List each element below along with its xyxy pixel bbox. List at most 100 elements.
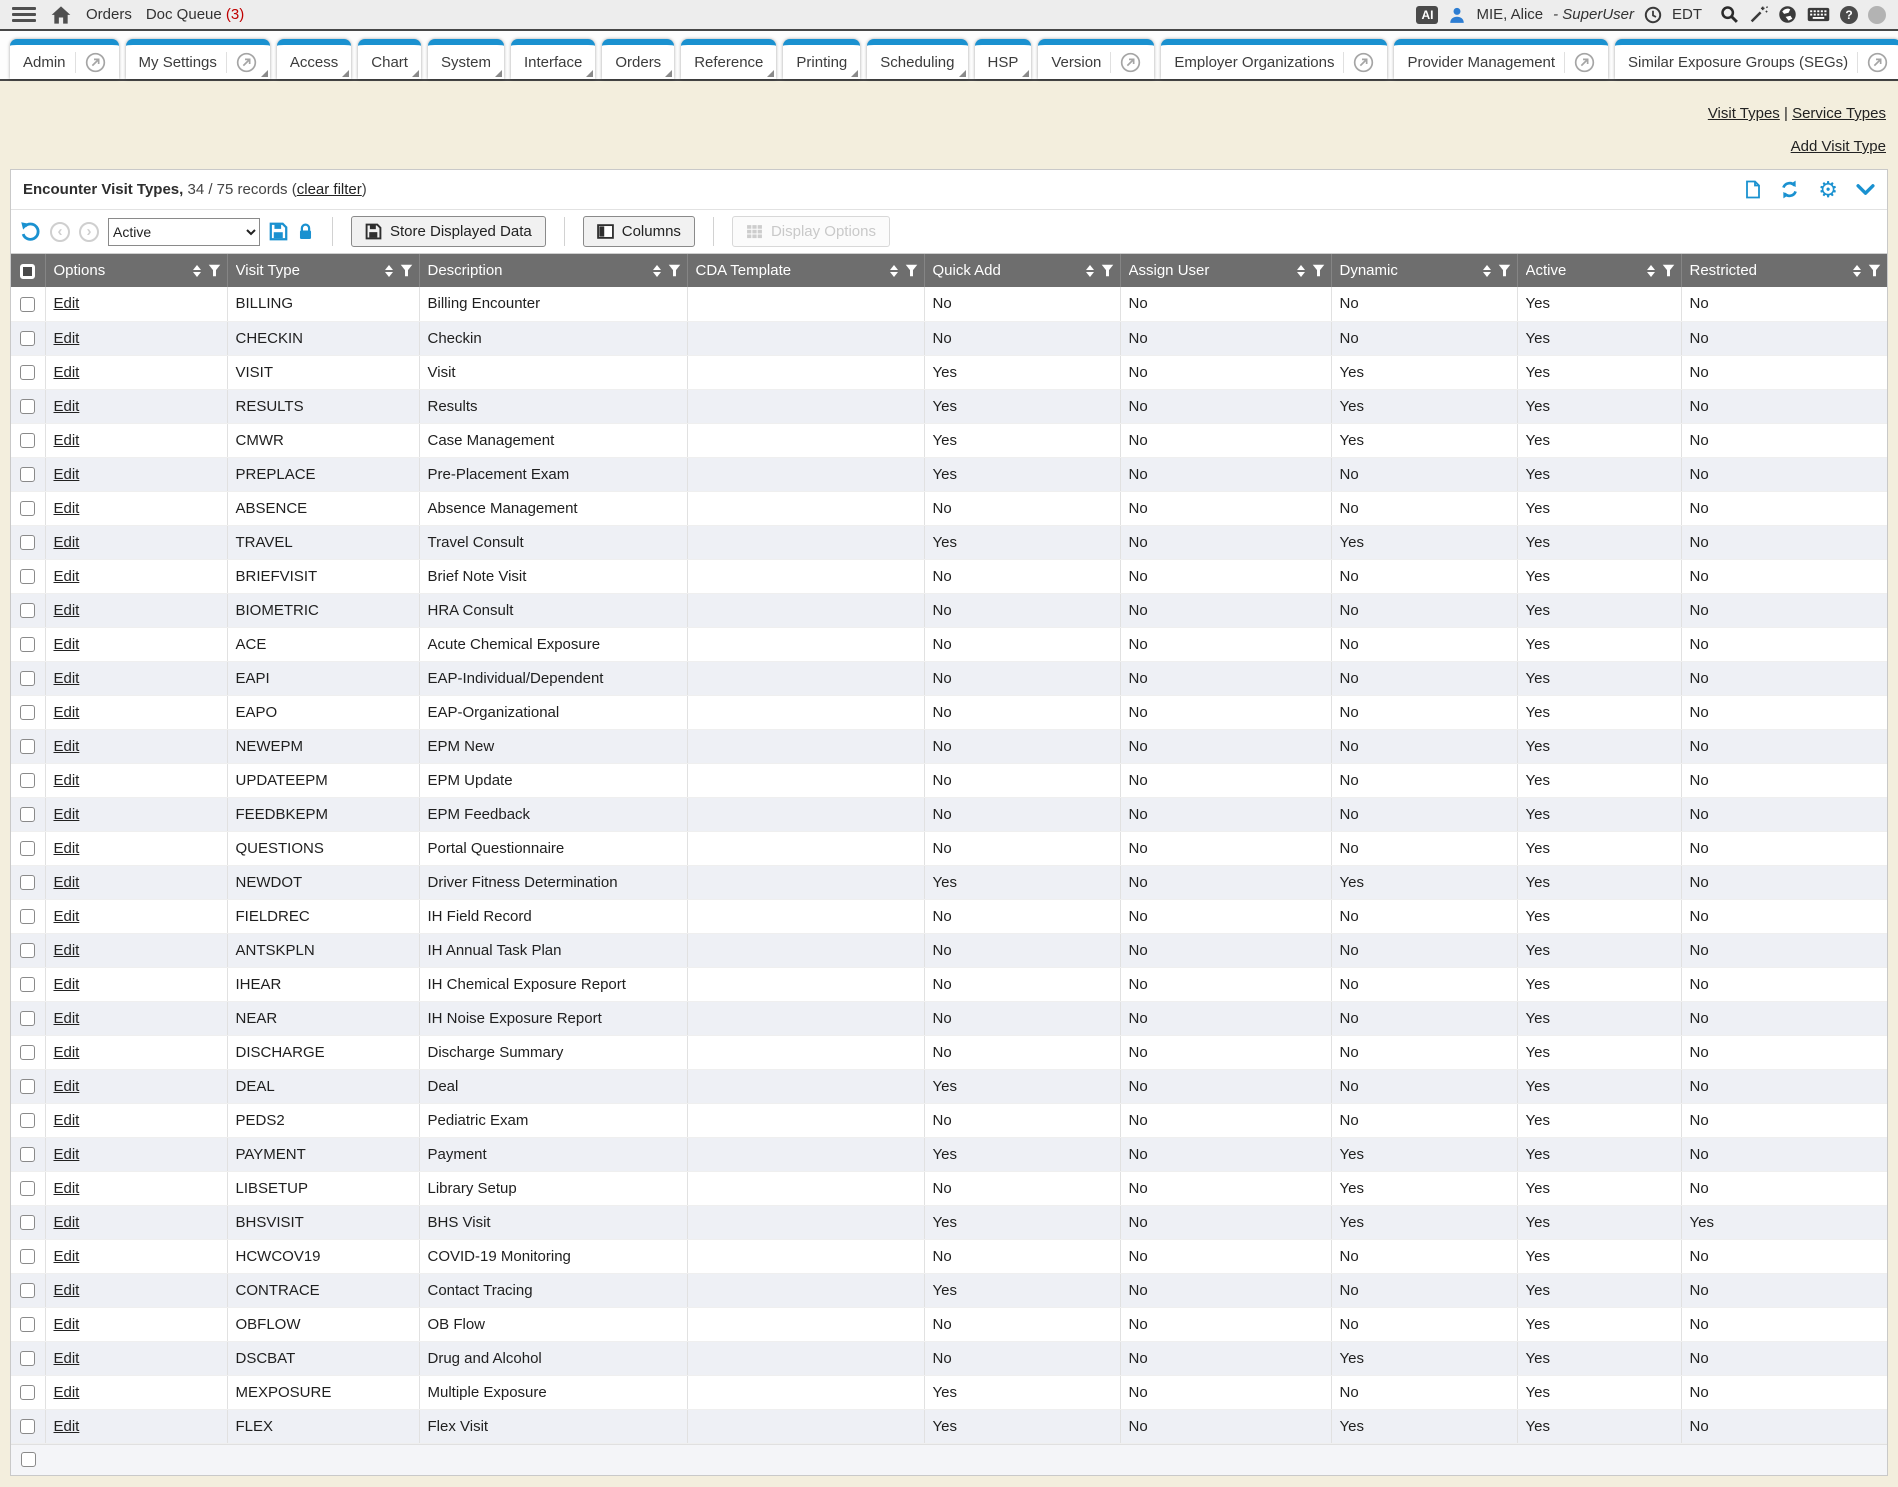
visit-types-link[interactable]: Visit Types xyxy=(1708,105,1780,122)
sort-icon[interactable] xyxy=(890,265,898,277)
edit-link[interactable]: Edit xyxy=(54,534,80,551)
edit-link[interactable]: Edit xyxy=(54,1146,80,1163)
external-link-icon[interactable] xyxy=(1564,52,1595,73)
filter-icon[interactable] xyxy=(905,264,918,277)
row-checkbox[interactable] xyxy=(20,535,35,550)
nav-tab[interactable]: Employer Organizations xyxy=(1161,39,1387,79)
row-checkbox[interactable] xyxy=(20,1215,35,1230)
row-checkbox[interactable] xyxy=(20,603,35,618)
new-document-icon[interactable] xyxy=(1745,180,1761,199)
row-checkbox[interactable] xyxy=(20,1147,35,1162)
column-header[interactable]: Restricted xyxy=(1681,254,1887,287)
keyboard-icon[interactable] xyxy=(1807,7,1830,22)
row-checkbox[interactable] xyxy=(20,1351,35,1366)
footer-checkbox[interactable] xyxy=(21,1452,36,1467)
row-checkbox[interactable] xyxy=(20,1113,35,1128)
nav-tab[interactable]: Similar Exposure Groups (SEGs) xyxy=(1615,39,1898,79)
view-filter-select[interactable]: Active xyxy=(108,218,260,246)
service-types-link[interactable]: Service Types xyxy=(1792,105,1886,122)
nav-tab[interactable]: Admin xyxy=(10,39,119,79)
edit-link[interactable]: Edit xyxy=(54,1248,80,1265)
external-link-icon[interactable] xyxy=(75,52,106,73)
row-checkbox[interactable] xyxy=(20,1181,35,1196)
row-checkbox[interactable] xyxy=(20,365,35,380)
edit-link[interactable]: Edit xyxy=(54,330,80,347)
ai-badge[interactable]: AI xyxy=(1416,6,1438,24)
filter-icon[interactable] xyxy=(1498,264,1511,277)
row-checkbox[interactable] xyxy=(20,501,35,516)
nav-tab[interactable]: Chart xyxy=(358,39,421,79)
external-link-icon[interactable] xyxy=(1343,52,1374,73)
row-checkbox[interactable] xyxy=(20,1011,35,1026)
edit-link[interactable]: Edit xyxy=(54,568,80,585)
row-checkbox[interactable] xyxy=(20,841,35,856)
row-checkbox[interactable] xyxy=(20,569,35,584)
nav-tab[interactable]: Printing xyxy=(783,39,860,79)
sort-icon[interactable] xyxy=(1853,265,1861,277)
row-checkbox[interactable] xyxy=(20,331,35,346)
edit-link[interactable]: Edit xyxy=(54,432,80,449)
edit-link[interactable]: Edit xyxy=(54,466,80,483)
nav-tab[interactable]: Access xyxy=(277,39,351,79)
columns-button[interactable]: Columns xyxy=(583,216,695,247)
edit-link[interactable]: Edit xyxy=(54,908,80,925)
edit-link[interactable]: Edit xyxy=(54,1384,80,1401)
row-checkbox[interactable] xyxy=(20,1249,35,1264)
filter-icon[interactable] xyxy=(1868,264,1881,277)
edit-link[interactable]: Edit xyxy=(54,942,80,959)
search-icon[interactable] xyxy=(1720,5,1739,24)
nav-tab[interactable]: Version xyxy=(1038,39,1154,79)
row-checkbox[interactable] xyxy=(20,875,35,890)
filter-icon[interactable] xyxy=(1312,264,1325,277)
edit-link[interactable]: Edit xyxy=(54,840,80,857)
store-displayed-data-button[interactable]: Store Displayed Data xyxy=(351,216,546,247)
collapse-chevron-icon[interactable] xyxy=(1856,184,1875,195)
nav-back-icon[interactable]: ‹ xyxy=(50,222,70,242)
row-checkbox[interactable] xyxy=(20,1045,35,1060)
edit-link[interactable]: Edit xyxy=(54,772,80,789)
edit-link[interactable]: Edit xyxy=(54,704,80,721)
nav-tab[interactable]: Scheduling xyxy=(867,39,967,79)
column-header[interactable]: Options xyxy=(45,254,227,287)
edit-link[interactable]: Edit xyxy=(54,295,80,312)
filter-icon[interactable] xyxy=(1662,264,1675,277)
sort-icon[interactable] xyxy=(1086,265,1094,277)
edit-link[interactable]: Edit xyxy=(54,1316,80,1333)
external-link-icon[interactable] xyxy=(1110,52,1141,73)
refresh-icon[interactable] xyxy=(1779,179,1800,200)
row-checkbox[interactable] xyxy=(20,977,35,992)
filter-icon[interactable] xyxy=(208,264,221,277)
row-checkbox[interactable] xyxy=(20,1419,35,1434)
edit-link[interactable]: Edit xyxy=(54,1282,80,1299)
row-checkbox[interactable] xyxy=(20,909,35,924)
column-header[interactable]: Visit Type xyxy=(227,254,419,287)
nav-tab[interactable]: Orders xyxy=(602,39,674,79)
nav-tab[interactable]: Reference xyxy=(681,39,776,79)
edit-link[interactable]: Edit xyxy=(54,976,80,993)
column-header[interactable]: Active xyxy=(1517,254,1681,287)
edit-link[interactable]: Edit xyxy=(54,874,80,891)
lock-icon[interactable] xyxy=(297,222,314,241)
edit-link[interactable]: Edit xyxy=(54,1214,80,1231)
clock-icon[interactable] xyxy=(1644,6,1662,24)
column-header[interactable]: Quick Add xyxy=(924,254,1120,287)
external-link-icon[interactable] xyxy=(226,52,257,73)
filter-icon[interactable] xyxy=(668,264,681,277)
gear-icon[interactable]: ⚙ xyxy=(1818,180,1838,200)
column-header[interactable]: Assign User xyxy=(1120,254,1331,287)
nav-tab[interactable]: Provider Management xyxy=(1394,39,1608,79)
edit-link[interactable]: Edit xyxy=(54,806,80,823)
sort-icon[interactable] xyxy=(1647,265,1655,277)
row-checkbox[interactable] xyxy=(20,773,35,788)
clear-filter-link[interactable]: clear filter xyxy=(297,181,362,198)
row-checkbox[interactable] xyxy=(20,943,35,958)
breadcrumb-orders[interactable]: Orders xyxy=(86,6,132,23)
nav-tab[interactable]: My Settings xyxy=(126,39,270,79)
row-checkbox[interactable] xyxy=(20,1385,35,1400)
row-checkbox[interactable] xyxy=(20,637,35,652)
edit-link[interactable]: Edit xyxy=(54,670,80,687)
filter-icon[interactable] xyxy=(400,264,413,277)
breadcrumb-doc-queue[interactable]: Doc Queue (3) xyxy=(146,6,244,23)
edit-link[interactable]: Edit xyxy=(54,636,80,653)
edit-link[interactable]: Edit xyxy=(54,1350,80,1367)
